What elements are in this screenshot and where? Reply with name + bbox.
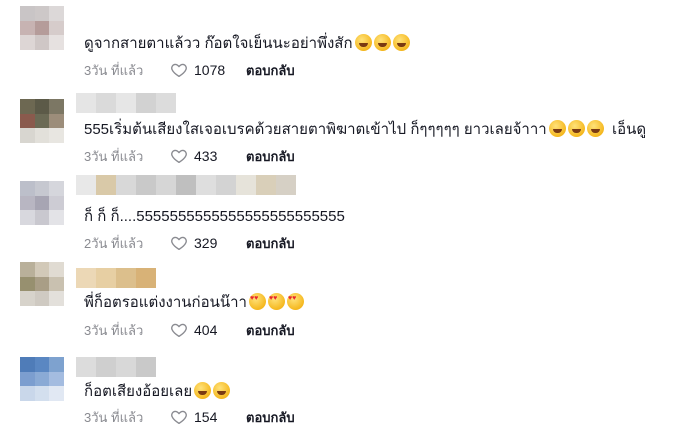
heart-icon[interactable] [170, 61, 188, 79]
laugh-emoji-icon [213, 382, 231, 399]
reply-button[interactable]: ตอบกลับ [246, 146, 295, 167]
comment-body: ก็อตเสียงอ้อยเลย [84, 383, 193, 400]
like-count: 154 [194, 409, 218, 425]
like-button[interactable]: 1078 [170, 61, 246, 79]
comment-text: ก็อตเสียงอ้อยเลย [84, 382, 231, 402]
avatar[interactable] [20, 262, 64, 306]
comment-body: ดูจากสายตาแล้วว ก๊อตใจเย็นนะอย่าพึ่งสัก [84, 35, 353, 52]
avatar[interactable] [20, 99, 64, 143]
reply-button[interactable]: ตอบกลับ [246, 320, 295, 341]
heart-icon[interactable] [170, 408, 188, 426]
username-redacted[interactable] [76, 175, 296, 195]
heart-eyes-emoji-icon [286, 293, 304, 310]
reply-button[interactable]: ตอบกลับ [246, 407, 295, 428]
username-redacted[interactable] [76, 93, 176, 113]
username-redacted[interactable] [76, 357, 156, 377]
laugh-emoji-icon [548, 120, 566, 137]
comment-text: ดูจากสายตาแล้วว ก๊อตใจเย็นนะอย่าพึ่งสัก [84, 34, 410, 54]
laugh-emoji-icon [194, 382, 212, 399]
avatar[interactable] [20, 6, 64, 50]
comment-timestamp: 3วัน ที่แล้ว [84, 322, 144, 338]
like-button[interactable]: 433 [170, 147, 246, 165]
username-redacted[interactable] [76, 268, 156, 288]
comment-body: 555เริ่มต้นเสียงใสเจอเบรคด้วยสายตาพิฆาตเ… [84, 121, 547, 138]
comment-meta: 3วัน ที่แล้ว 154 ตอบกลับ [84, 407, 295, 427]
avatar[interactable] [20, 181, 64, 225]
comment-meta: 3วัน ที่แล้ว 433 ตอบกลับ [84, 146, 295, 166]
laugh-emoji-icon [392, 34, 410, 51]
heart-icon[interactable] [170, 234, 188, 252]
like-button[interactable]: 154 [170, 408, 246, 426]
comment-meta: 3วัน ที่แล้ว 404 ตอบกลับ [84, 320, 295, 340]
like-count: 433 [194, 148, 218, 164]
laugh-emoji-icon [586, 120, 604, 137]
comment-body: ก็ ก็ ก็....5555555555555555555555555 [84, 208, 345, 225]
laugh-emoji-icon [567, 120, 585, 137]
comment-timestamp: 3วัน ที่แล้ว [84, 409, 144, 425]
like-count: 1078 [194, 62, 226, 78]
avatar[interactable] [20, 357, 64, 401]
comment-text: 555เริ่มต้นเสียงใสเจอเบรคด้วยสายตาพิฆาตเ… [84, 120, 646, 140]
comment-timestamp: 3วัน ที่แล้ว [84, 148, 144, 164]
like-button[interactable]: 404 [170, 321, 246, 339]
reply-button[interactable]: ตอบกลับ [246, 233, 295, 254]
heart-icon[interactable] [170, 321, 188, 339]
heart-eyes-emoji-icon [267, 293, 285, 310]
comment-suffix: เอ็นดู [603, 121, 647, 138]
heart-eyes-emoji-icon [248, 293, 266, 310]
like-count: 404 [194, 322, 218, 338]
like-button[interactable]: 329 [170, 234, 246, 252]
comment-timestamp: 3วัน ที่แล้ว [84, 62, 144, 78]
comment-meta: 3วัน ที่แล้ว 1078 ตอบกลับ [84, 60, 295, 80]
comment-body: พี่ก็อตรอแต่งงานก่อนน๊าา [84, 294, 247, 311]
like-count: 329 [194, 235, 218, 251]
comment-text: ก็ ก็ ก็....5555555555555555555555555 [84, 207, 345, 227]
comment-meta: 2วัน ที่แล้ว 329 ตอบกลับ [84, 233, 295, 253]
reply-button[interactable]: ตอบกลับ [246, 60, 295, 81]
laugh-emoji-icon [354, 34, 372, 51]
laugh-emoji-icon [373, 34, 391, 51]
comment-timestamp: 2วัน ที่แล้ว [84, 235, 144, 251]
heart-icon[interactable] [170, 147, 188, 165]
comment-text: พี่ก็อตรอแต่งงานก่อนน๊าา [84, 293, 304, 313]
